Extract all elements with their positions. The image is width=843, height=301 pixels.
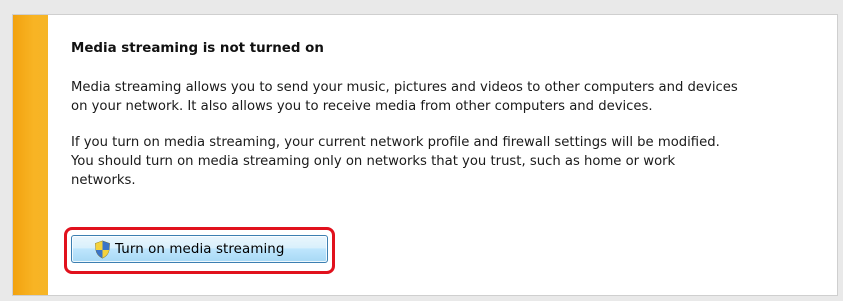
accent-bar bbox=[13, 15, 48, 295]
button-label: Turn on media streaming bbox=[115, 241, 285, 257]
turn-on-media-streaming-button[interactable]: Turn on media streaming bbox=[71, 235, 328, 263]
panel-content: Media streaming is not turned on Media s… bbox=[71, 39, 831, 190]
media-streaming-panel: Media streaming is not turned on Media s… bbox=[12, 14, 838, 296]
uac-shield-icon bbox=[94, 240, 111, 259]
description-text: Media streaming allows you to send your … bbox=[71, 80, 738, 114]
panel-title: Media streaming is not turned on bbox=[71, 41, 324, 56]
warning-text: If you turn on media streaming, your cur… bbox=[71, 135, 720, 188]
